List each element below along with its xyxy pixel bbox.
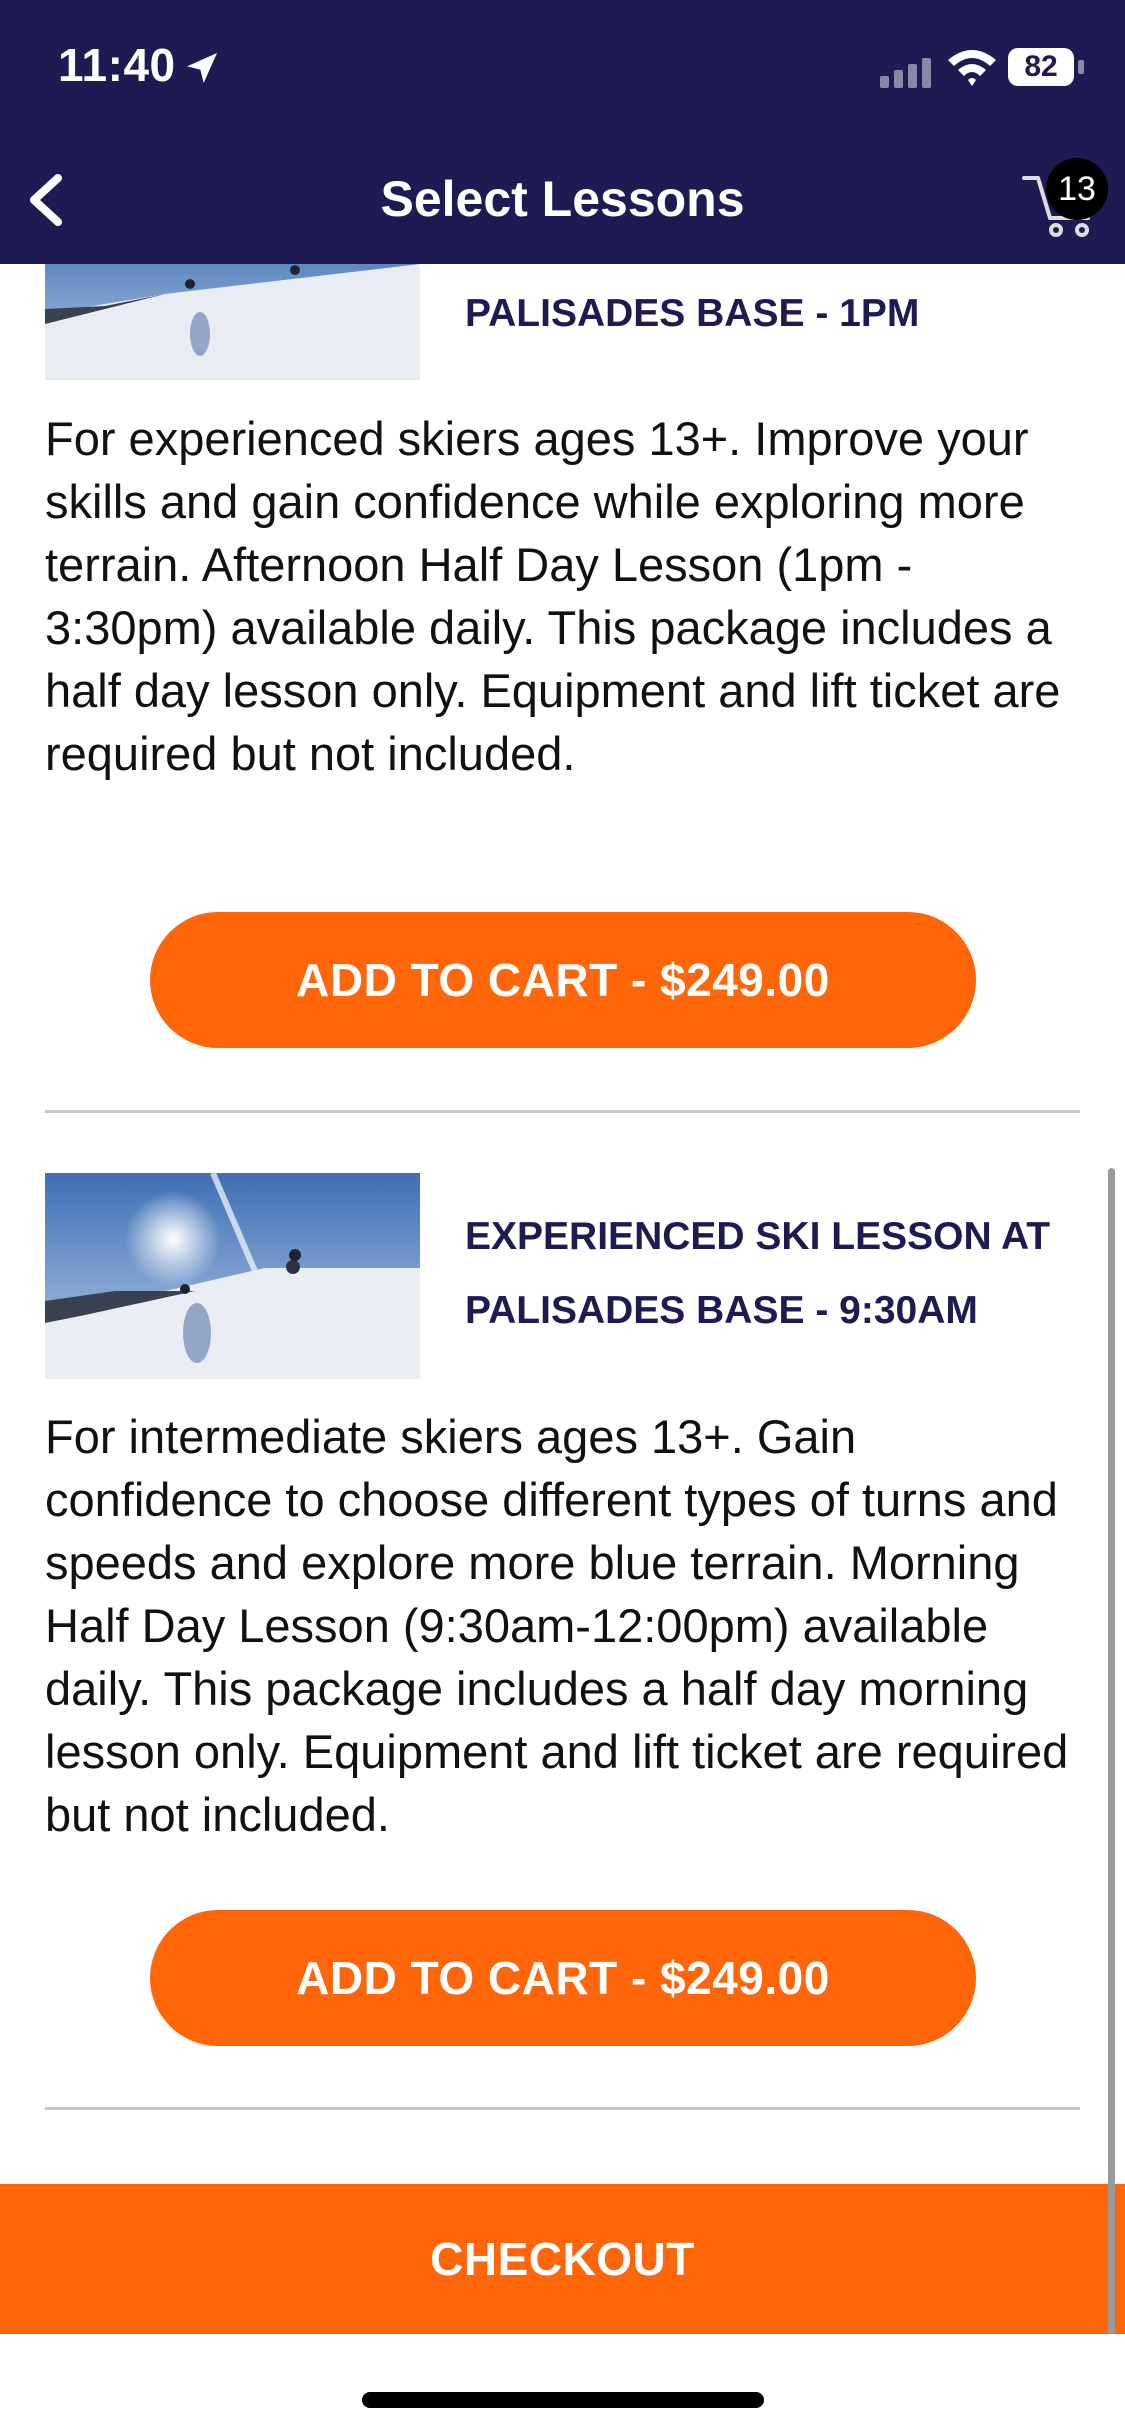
checkout-button[interactable]: CHECKOUT bbox=[0, 2184, 1125, 2334]
top-bar: 11:40 82 Select Lessons 13 bbox=[0, 0, 1125, 264]
divider bbox=[45, 1110, 1080, 1113]
home-indicator bbox=[362, 2392, 764, 2408]
location-arrow-icon bbox=[187, 53, 217, 83]
cellular-signal-icon bbox=[880, 58, 931, 88]
scrollbar[interactable] bbox=[1108, 1168, 1115, 2334]
battery-level: 82 bbox=[1008, 48, 1074, 86]
divider bbox=[45, 2107, 1080, 2110]
page-title: Select Lessons bbox=[380, 171, 745, 227]
lesson-description: For experienced skiers ages 13+. Improve… bbox=[45, 412, 1061, 780]
battery-nub bbox=[1078, 60, 1084, 74]
add-to-cart-button[interactable]: ADD TO CART - $249.00 bbox=[150, 912, 976, 1048]
battery-indicator: 82 bbox=[1008, 48, 1086, 88]
lesson-title: EXPERIENCED SKI LESSON AT PALISADES BASE… bbox=[465, 1215, 1051, 1332]
add-to-cart-button[interactable]: ADD TO CART - $249.00 bbox=[150, 1910, 976, 2046]
cart-count-badge: 13 bbox=[1046, 158, 1108, 220]
status-time: 11:40 bbox=[58, 39, 176, 91]
lesson-image bbox=[45, 1173, 420, 1379]
lesson-image bbox=[45, 264, 420, 380]
wifi-icon bbox=[948, 50, 996, 86]
lesson-title: PALISADES BASE - 1PM bbox=[465, 292, 920, 335]
lesson-description: For intermediate skiers ages 13+. Gain c… bbox=[45, 1410, 1069, 1841]
